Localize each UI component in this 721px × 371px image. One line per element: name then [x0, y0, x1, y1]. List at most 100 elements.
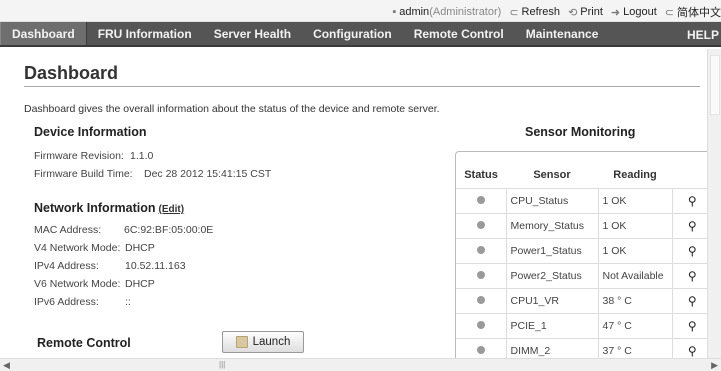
logout-icon: ➜ — [610, 6, 621, 19]
firmware-revision-label: Firmware Revision: — [34, 150, 124, 162]
language-icon: ⊂ — [664, 6, 674, 19]
magnifier-icon: ⚲ — [687, 268, 697, 283]
sensor-status-cell — [456, 312, 507, 339]
sensor-row: CPU1_VR 38 ° C ⚲ — [456, 287, 707, 314]
sensor-status-cell — [456, 237, 507, 264]
tab-maintenance-label: Maintenance — [525, 26, 599, 41]
top-links: ▪ admin (Administrator) ⊂ Refresh ⟲ Print… — [384, 4, 721, 20]
help-link[interactable]: HELP — [676, 22, 721, 47]
v6-network-mode-label: V6 Network Mode: — [34, 278, 121, 290]
sensor-row: CPU_Status 1 OK ⚲ — [456, 187, 707, 214]
sensor-panel: Status Sensor Reading CPU_Status 1 OK ⚲ Mem… — [455, 151, 707, 358]
tab-maintenance[interactable]: Maintenance — [515, 22, 610, 45]
sensor-row: Power1_Status 1 OK ⚲ — [456, 237, 707, 264]
sensor-reading: 47 ° C — [597, 312, 673, 339]
top-link-strip: ▪ admin (Administrator) ⊂ Refresh ⟲ Print… — [0, 0, 721, 22]
sensor-details-button[interactable]: ⚲ — [671, 337, 707, 358]
help-label: HELP — [686, 27, 719, 42]
ipv4-address-label: IPv4 Address: — [34, 260, 99, 272]
tab-remote-control-label: Remote Control — [413, 26, 504, 41]
status-indicator-icon — [476, 220, 485, 229]
language-link[interactable]: ⊂ 简体中文 — [665, 4, 721, 20]
tab-configuration[interactable]: Configuration — [302, 22, 403, 45]
sensor-details-button[interactable]: ⚲ — [671, 187, 707, 214]
sensor-details-button[interactable]: ⚲ — [671, 237, 707, 264]
network-edit-link[interactable]: (Edit) — [159, 204, 185, 215]
sensor-status-cell — [456, 212, 507, 239]
sensor-name: Power1_Status — [505, 237, 599, 264]
sensor-reading: 37 ° C — [597, 337, 673, 358]
ipv6-address-value: :: — [125, 296, 131, 308]
scroll-right-arrow-icon[interactable]: ▶ — [711, 360, 718, 371]
tab-fru-information-label: FRU Information — [97, 26, 192, 41]
v6-network-mode-value: DHCP — [125, 278, 155, 290]
status-indicator-icon — [476, 270, 485, 279]
logout-link[interactable]: ➜ Logout — [611, 6, 657, 19]
ipv4-address-value: 10.52.11.163 — [125, 260, 186, 272]
magnifier-icon: ⚲ — [687, 343, 697, 358]
tab-server-health[interactable]: Server Health — [203, 22, 302, 45]
launch-button[interactable]: Launch — [222, 331, 304, 353]
sensor-details-button[interactable]: ⚲ — [671, 287, 707, 314]
network-info-title: Network Information — [34, 201, 156, 215]
status-indicator-icon — [476, 195, 485, 204]
v4-network-mode-value: DHCP — [125, 242, 155, 254]
mac-address-value: 6C:92:BF:05:00:0E — [124, 224, 214, 236]
horizontal-scroll-grip[interactable]: ||| — [219, 360, 225, 369]
horizontal-scrollbar[interactable]: ◀ ||| ▶ — [0, 358, 721, 371]
sensor-row: Memory_Status 1 OK ⚲ — [456, 212, 707, 239]
tab-dashboard-label: Dashboard — [12, 26, 75, 41]
print-link[interactable]: ⟲ Print — [568, 6, 603, 19]
firmware-build-label: Firmware Build Time: — [34, 168, 133, 180]
status-indicator-icon — [476, 345, 485, 354]
page-title: Dashboard — [24, 63, 119, 83]
sensor-details-button[interactable]: ⚲ — [671, 262, 707, 289]
vertical-scrollbar[interactable] — [707, 49, 721, 358]
sensor-details-button[interactable]: ⚲ — [671, 312, 707, 339]
launch-label: Launch — [252, 336, 291, 348]
column-reading: Reading — [613, 168, 657, 181]
user-info: ▪ admin (Administrator) — [392, 6, 501, 18]
tab-configuration-label: Configuration — [313, 26, 392, 41]
tab-dashboard[interactable]: Dashboard — [0, 22, 87, 45]
refresh-link[interactable]: ⊂ Refresh — [509, 6, 560, 19]
column-details — [672, 162, 707, 188]
user-icon: ▪ — [392, 6, 397, 18]
vertical-scroll-thumb[interactable] — [710, 55, 720, 115]
sensor-status-cell — [456, 262, 507, 289]
tab-remote-control[interactable]: Remote Control — [403, 22, 515, 45]
print-icon: ⟲ — [568, 6, 578, 19]
network-info-heading: Network Information (Edit) — [34, 201, 184, 215]
sensor-details-button[interactable]: ⚲ — [671, 212, 707, 239]
refresh-icon: ⊂ — [509, 6, 519, 19]
magnifier-icon: ⚲ — [687, 293, 697, 308]
sensor-name: DIMM_2 — [505, 337, 599, 358]
tab-fru-information[interactable]: FRU Information — [87, 22, 203, 45]
sensor-row: PCIE_1 47 ° C ⚲ — [456, 312, 707, 339]
main-nav: Dashboard FRU Information Server Health … — [0, 22, 721, 47]
ipv6-address-label: IPv6 Address: — [34, 296, 99, 308]
firmware-build-value: Dec 28 2012 15:41:15 CST — [144, 168, 272, 180]
sensor-name: Memory_Status — [505, 212, 599, 239]
firmware-revision-value: 1.1.0 — [130, 150, 154, 162]
launch-icon — [235, 336, 248, 348]
sensor-name: CPU_Status — [505, 187, 599, 214]
tab-server-health-label: Server Health — [213, 26, 292, 41]
mac-address-label: MAC Address: — [34, 224, 102, 236]
magnifier-icon: ⚲ — [687, 193, 697, 208]
magnifier-icon: ⚲ — [687, 318, 697, 333]
sensor-name: PCIE_1 — [505, 312, 599, 339]
status-indicator-icon — [476, 320, 485, 329]
sensor-status-cell — [456, 187, 507, 214]
user-role: (Administrator) — [429, 6, 502, 18]
column-sensor: Sensor — [533, 168, 571, 181]
sensor-row: Power2_Status Not Available ⚲ — [456, 262, 707, 289]
sensor-status-cell — [456, 337, 507, 358]
refresh-label: Refresh — [521, 6, 561, 18]
scroll-left-arrow-icon[interactable]: ◀ — [3, 360, 10, 371]
sensor-monitoring-heading: Sensor Monitoring — [525, 125, 636, 139]
sensor-name: Power2_Status — [505, 262, 599, 289]
sensor-reading: Not Available — [597, 262, 673, 289]
main-content: Dashboard Dashboard gives the overall in… — [0, 49, 707, 358]
page-description: Dashboard gives the overall information … — [24, 103, 440, 115]
